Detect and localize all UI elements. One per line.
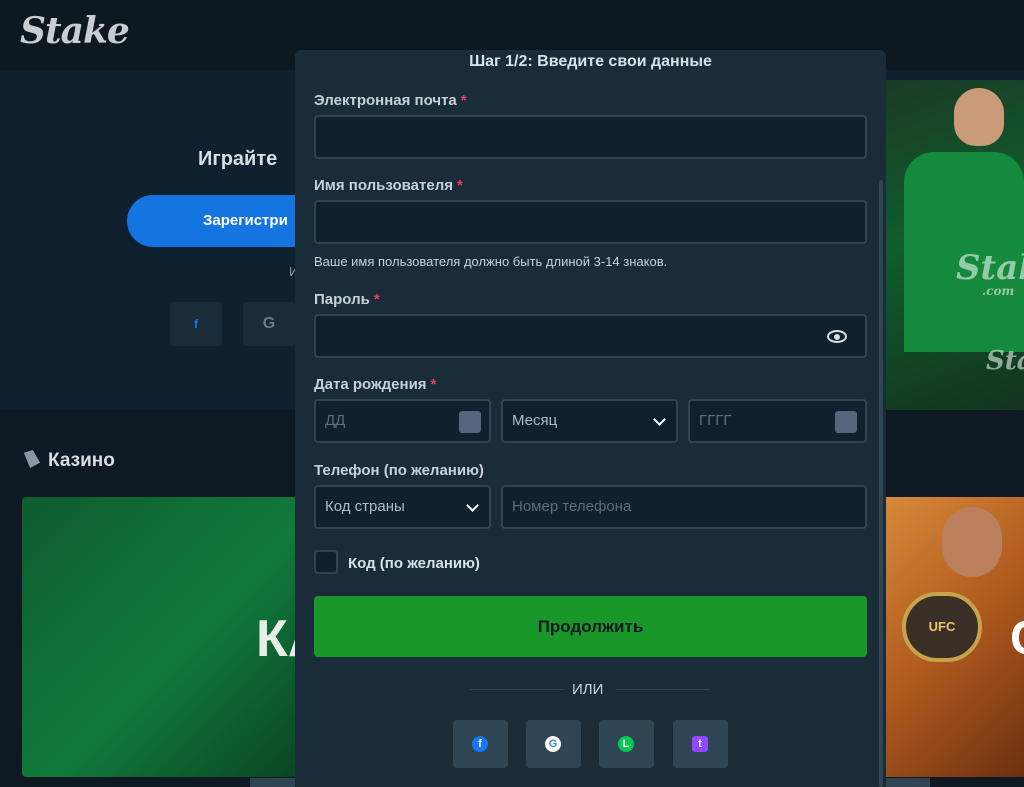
ufc-belt: UFC xyxy=(902,592,982,662)
board-watermark: Stake xyxy=(986,346,1024,376)
username-field[interactable] xyxy=(314,200,867,244)
facebook-icon: f xyxy=(194,317,198,331)
birth-day-field[interactable]: ДД xyxy=(314,399,491,443)
phone-label: Телефон (по желанию) xyxy=(314,462,484,479)
jersey-watermark: Stake xyxy=(956,248,1024,288)
hero-title: Играйте xyxy=(198,148,278,170)
casino-heading-label: Казино xyxy=(48,450,115,471)
stake-logo[interactable]: Stake xyxy=(20,10,130,52)
email-label: Электронная почта * xyxy=(314,92,467,109)
required-mark: * xyxy=(460,92,467,109)
country-code-placeholder: Код страны xyxy=(325,498,405,515)
chevron-down-icon xyxy=(653,413,666,426)
code-checkbox[interactable] xyxy=(314,550,338,574)
modal-scrollbar[interactable] xyxy=(879,180,883,787)
cards-icon xyxy=(23,450,40,468)
username-label: Имя пользователя * xyxy=(314,177,463,194)
username-hint: Ваше имя пользователя должно быть длиной… xyxy=(314,254,668,269)
hero-google-button[interactable]: G xyxy=(243,302,295,346)
modal-title: Шаг 1/2: Введите свои данные xyxy=(469,53,712,70)
email-field[interactable] xyxy=(314,115,867,159)
google-icon: G xyxy=(545,736,561,752)
year-spinner-icon[interactable] xyxy=(835,411,857,433)
registration-modal: Шаг 1/2: Введите свои данные Электронная… xyxy=(295,50,886,787)
or-divider: ИЛИ xyxy=(572,681,604,698)
google-login-button[interactable]: G xyxy=(526,720,581,768)
birth-month-select[interactable]: Месяц xyxy=(501,399,678,443)
country-code-select[interactable]: Код страны xyxy=(314,485,491,529)
player-head xyxy=(954,88,1004,146)
birthdate-label: Дата рождения * xyxy=(314,376,437,393)
facebook-icon: f xyxy=(472,736,488,752)
birth-year-placeholder: ГГГГ xyxy=(699,412,732,429)
casino-heading[interactable]: Казино xyxy=(22,450,115,472)
facebook-login-button[interactable]: f xyxy=(453,720,508,768)
line-login-button[interactable]: L xyxy=(599,720,654,768)
divider-left xyxy=(470,689,564,690)
required-mark: * xyxy=(373,291,380,308)
birth-day-placeholder: ДД xyxy=(325,412,346,429)
birth-month-placeholder: Месяц xyxy=(512,412,558,429)
chevron-down-icon xyxy=(466,499,479,512)
hero-facebook-button[interactable]: f xyxy=(170,302,222,346)
fighter-head xyxy=(942,507,1002,577)
eye-icon[interactable] xyxy=(827,330,847,343)
casino-card[interactable]: КА xyxy=(22,497,302,777)
required-mark: * xyxy=(456,177,463,194)
line-icon: L xyxy=(618,736,634,752)
google-icon: G xyxy=(262,315,276,332)
continue-button[interactable]: Продолжить xyxy=(314,596,867,657)
twitch-login-button[interactable]: t xyxy=(673,720,728,768)
day-spinner-icon[interactable] xyxy=(459,411,481,433)
phone-number-field[interactable]: Номер телефона xyxy=(501,485,867,529)
sports-card[interactable]: UFC C xyxy=(882,497,1024,777)
birth-year-field[interactable]: ГГГГ xyxy=(688,399,867,443)
divider-right xyxy=(616,689,710,690)
hero-player-image: Stake .com Stake xyxy=(882,80,1024,410)
twitch-icon: t xyxy=(692,736,708,752)
required-mark: * xyxy=(430,376,437,393)
password-label: Пароль * xyxy=(314,291,380,308)
code-checkbox-label[interactable]: Код (по желанию) xyxy=(348,555,480,572)
sports-card-text: C xyxy=(1010,611,1024,666)
jersey-watermark-sub: .com xyxy=(982,284,1015,298)
password-field[interactable] xyxy=(314,314,867,358)
